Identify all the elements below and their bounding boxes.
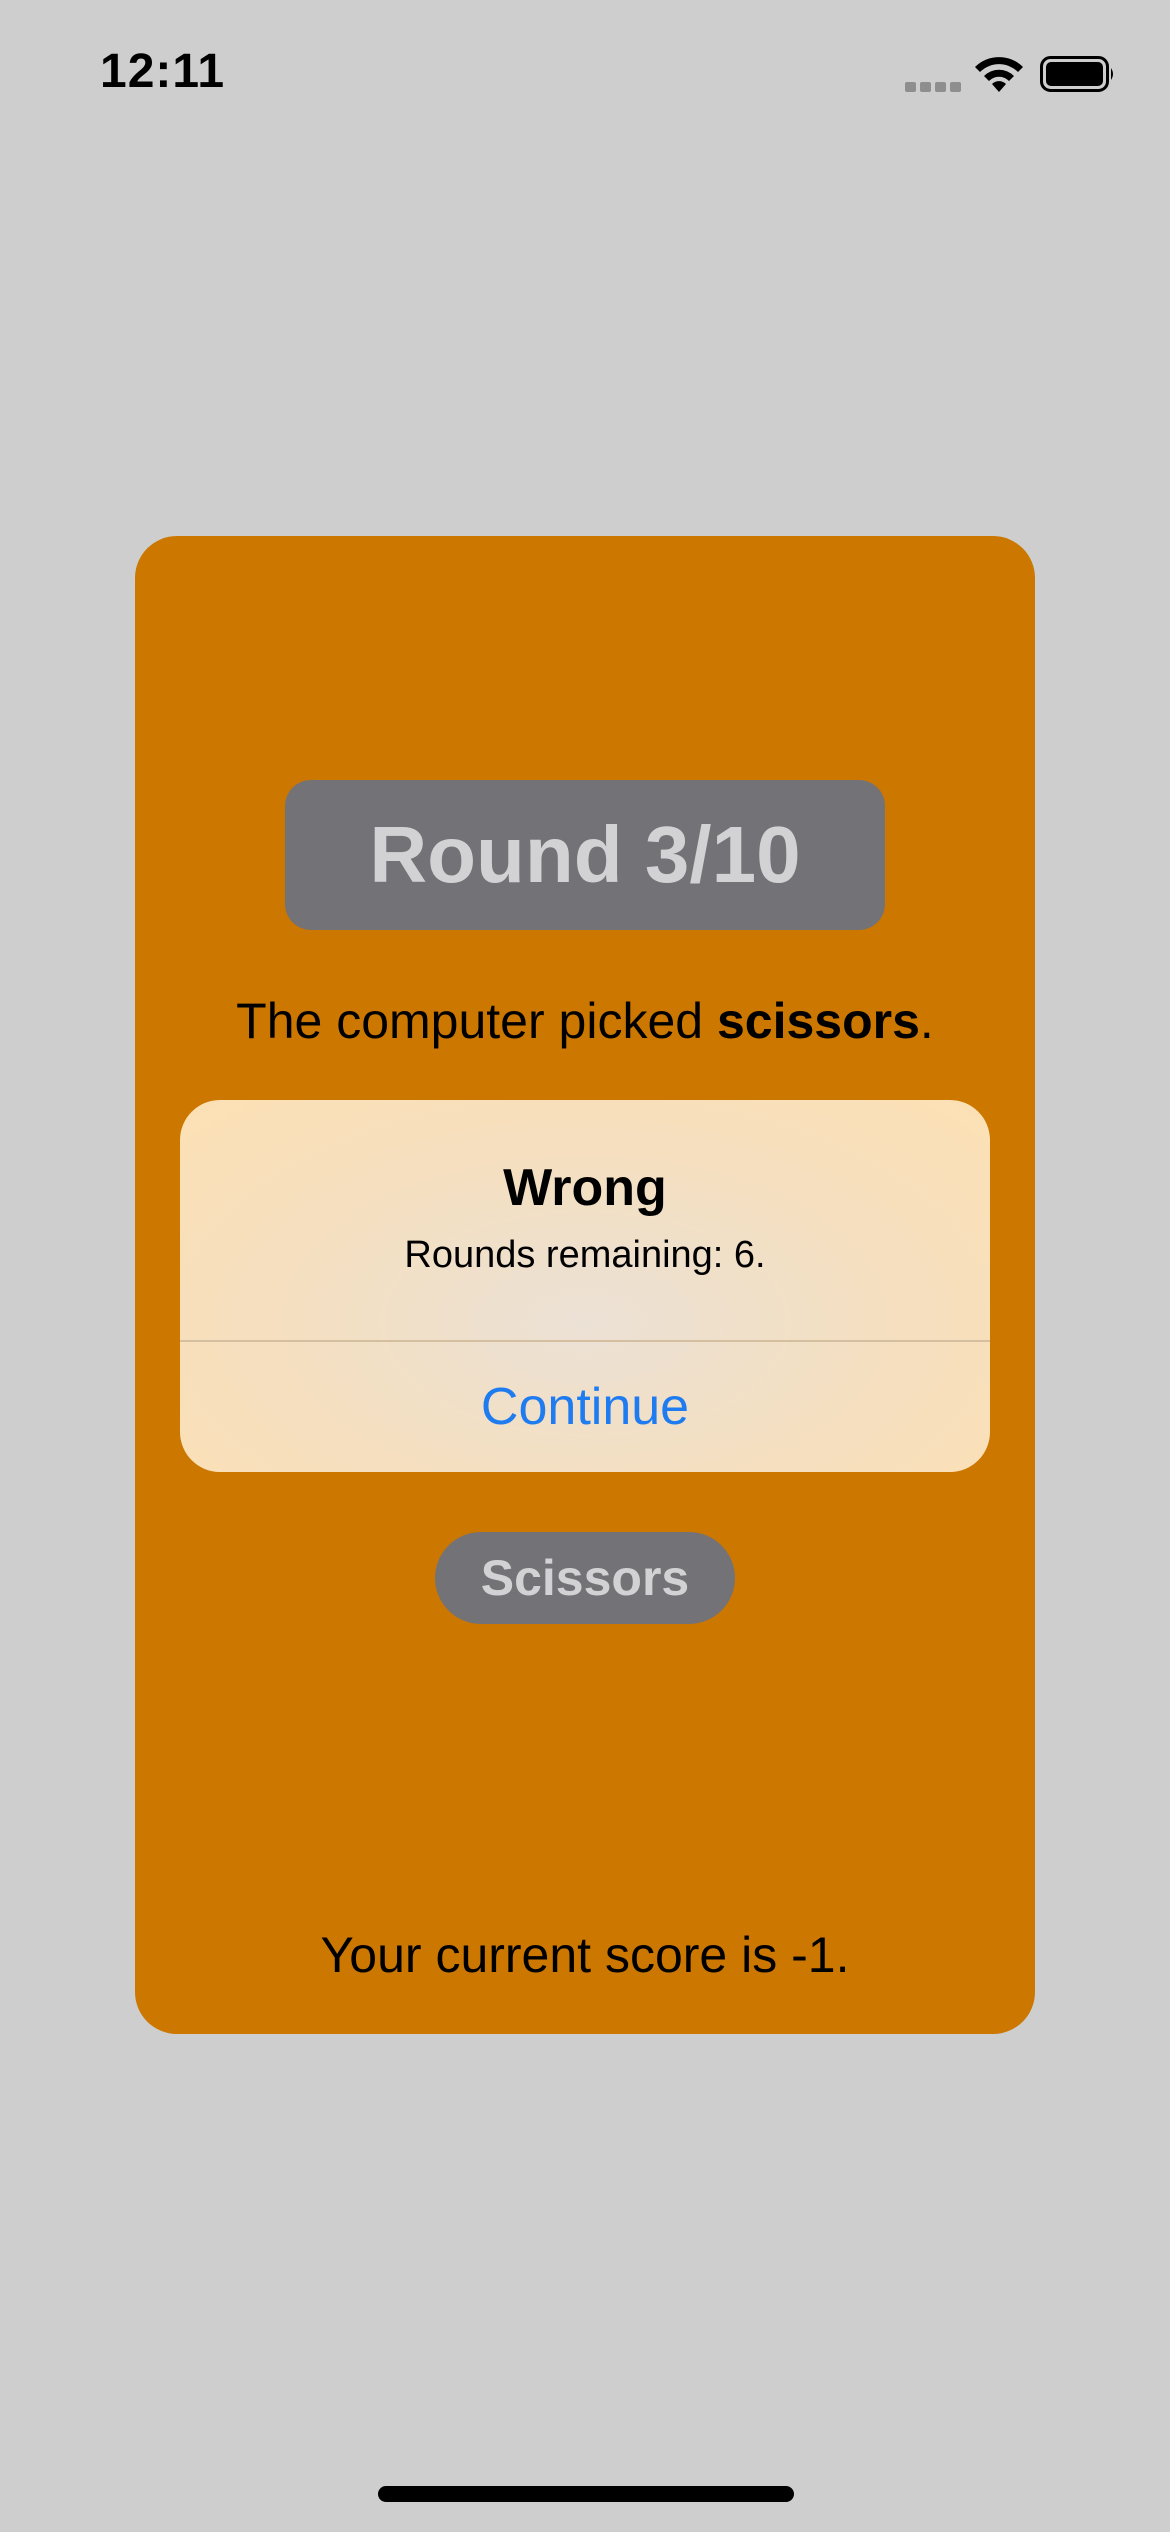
alert-title: Wrong <box>503 1159 667 1217</box>
computer-pick-choice: scissors <box>716 993 920 1049</box>
result-alert: Wrong Rounds remaining: 6. Continue <box>180 1100 990 1472</box>
scissors-choice-button[interactable]: Scissors <box>435 1532 735 1624</box>
status-time: 12:11 <box>100 45 226 98</box>
home-indicator <box>378 2486 794 2502</box>
score-text: Your current score is -1. <box>320 1927 850 1983</box>
battery-icon <box>1040 56 1113 92</box>
wifi-icon <box>975 57 1023 92</box>
round-indicator: Round 3/10 <box>285 780 885 930</box>
game-card: Round 3/10 The computer picked scissors.… <box>135 536 1035 2034</box>
continue-button[interactable]: Continue <box>180 1342 990 1472</box>
cellular-signal-icon <box>905 82 961 92</box>
computer-pick-suffix: . <box>919 993 934 1049</box>
alert-message: Rounds remaining: 6. <box>404 1234 766 1276</box>
computer-pick-text: The computer picked scissors. <box>135 992 1035 1050</box>
computer-pick-prefix: The computer picked <box>236 993 717 1049</box>
